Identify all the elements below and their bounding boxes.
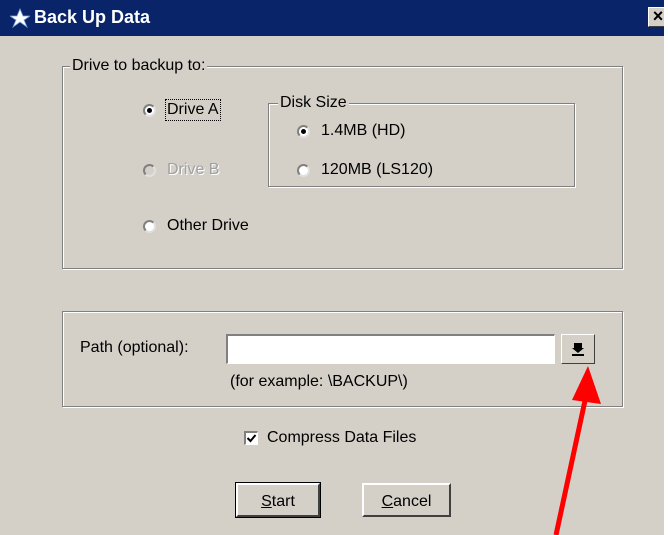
title-bar[interactable]: Back Up Data × xyxy=(0,0,668,36)
path-label: Path (optional): xyxy=(80,339,189,356)
size-120mb-label: 120MB (LS120) xyxy=(321,161,434,178)
down-arrow-icon xyxy=(572,343,584,356)
drive-a-radio-button[interactable] xyxy=(143,103,156,117)
drive-a-label: Drive A xyxy=(165,99,221,121)
size-1-4mb-radio-button[interactable] xyxy=(297,124,310,138)
drive-group-legend: Drive to backup to: xyxy=(70,57,208,75)
drive-b-label: Drive B xyxy=(167,161,220,178)
drive-a-radio[interactable]: Drive A xyxy=(143,99,221,121)
checkmark-icon xyxy=(246,434,257,443)
path-field[interactable] xyxy=(226,334,555,364)
other-drive-radio[interactable]: Other Drive xyxy=(143,217,249,235)
size-120mb-radio-button[interactable] xyxy=(297,163,310,177)
backup-dialog: Back Up Data × Drive to backup to: Drive… xyxy=(0,0,668,535)
start-label: Start xyxy=(261,493,295,510)
disk-size-legend: Disk Size xyxy=(278,94,349,112)
path-hint: (for example: \BACKUP\) xyxy=(230,373,408,390)
size-1-4mb-label: 1.4MB (HD) xyxy=(321,122,406,139)
drive-b-radio: Drive B xyxy=(143,161,219,179)
path-input[interactable] xyxy=(228,336,554,363)
close-icon: × xyxy=(652,6,664,26)
compress-label: Compress Data Files xyxy=(267,429,417,446)
size-1-4mb-radio[interactable]: 1.4MB (HD) xyxy=(297,122,405,140)
cancel-label: Cancel xyxy=(381,493,432,510)
compress-checkbox[interactable]: Compress Data Files xyxy=(244,429,416,447)
start-button[interactable]: Start xyxy=(235,482,321,518)
window-edge xyxy=(664,0,668,535)
browse-button[interactable] xyxy=(561,334,595,364)
drive-b-radio-button xyxy=(143,163,156,177)
size-120mb-radio[interactable]: 120MB (LS120) xyxy=(297,161,433,179)
other-drive-label: Other Drive xyxy=(167,217,249,234)
app-icon xyxy=(10,8,30,28)
other-drive-radio-button[interactable] xyxy=(143,219,156,233)
compress-checkbox-box[interactable] xyxy=(244,431,258,445)
cancel-button[interactable]: Cancel xyxy=(362,483,451,517)
window-title: Back Up Data xyxy=(34,7,151,27)
